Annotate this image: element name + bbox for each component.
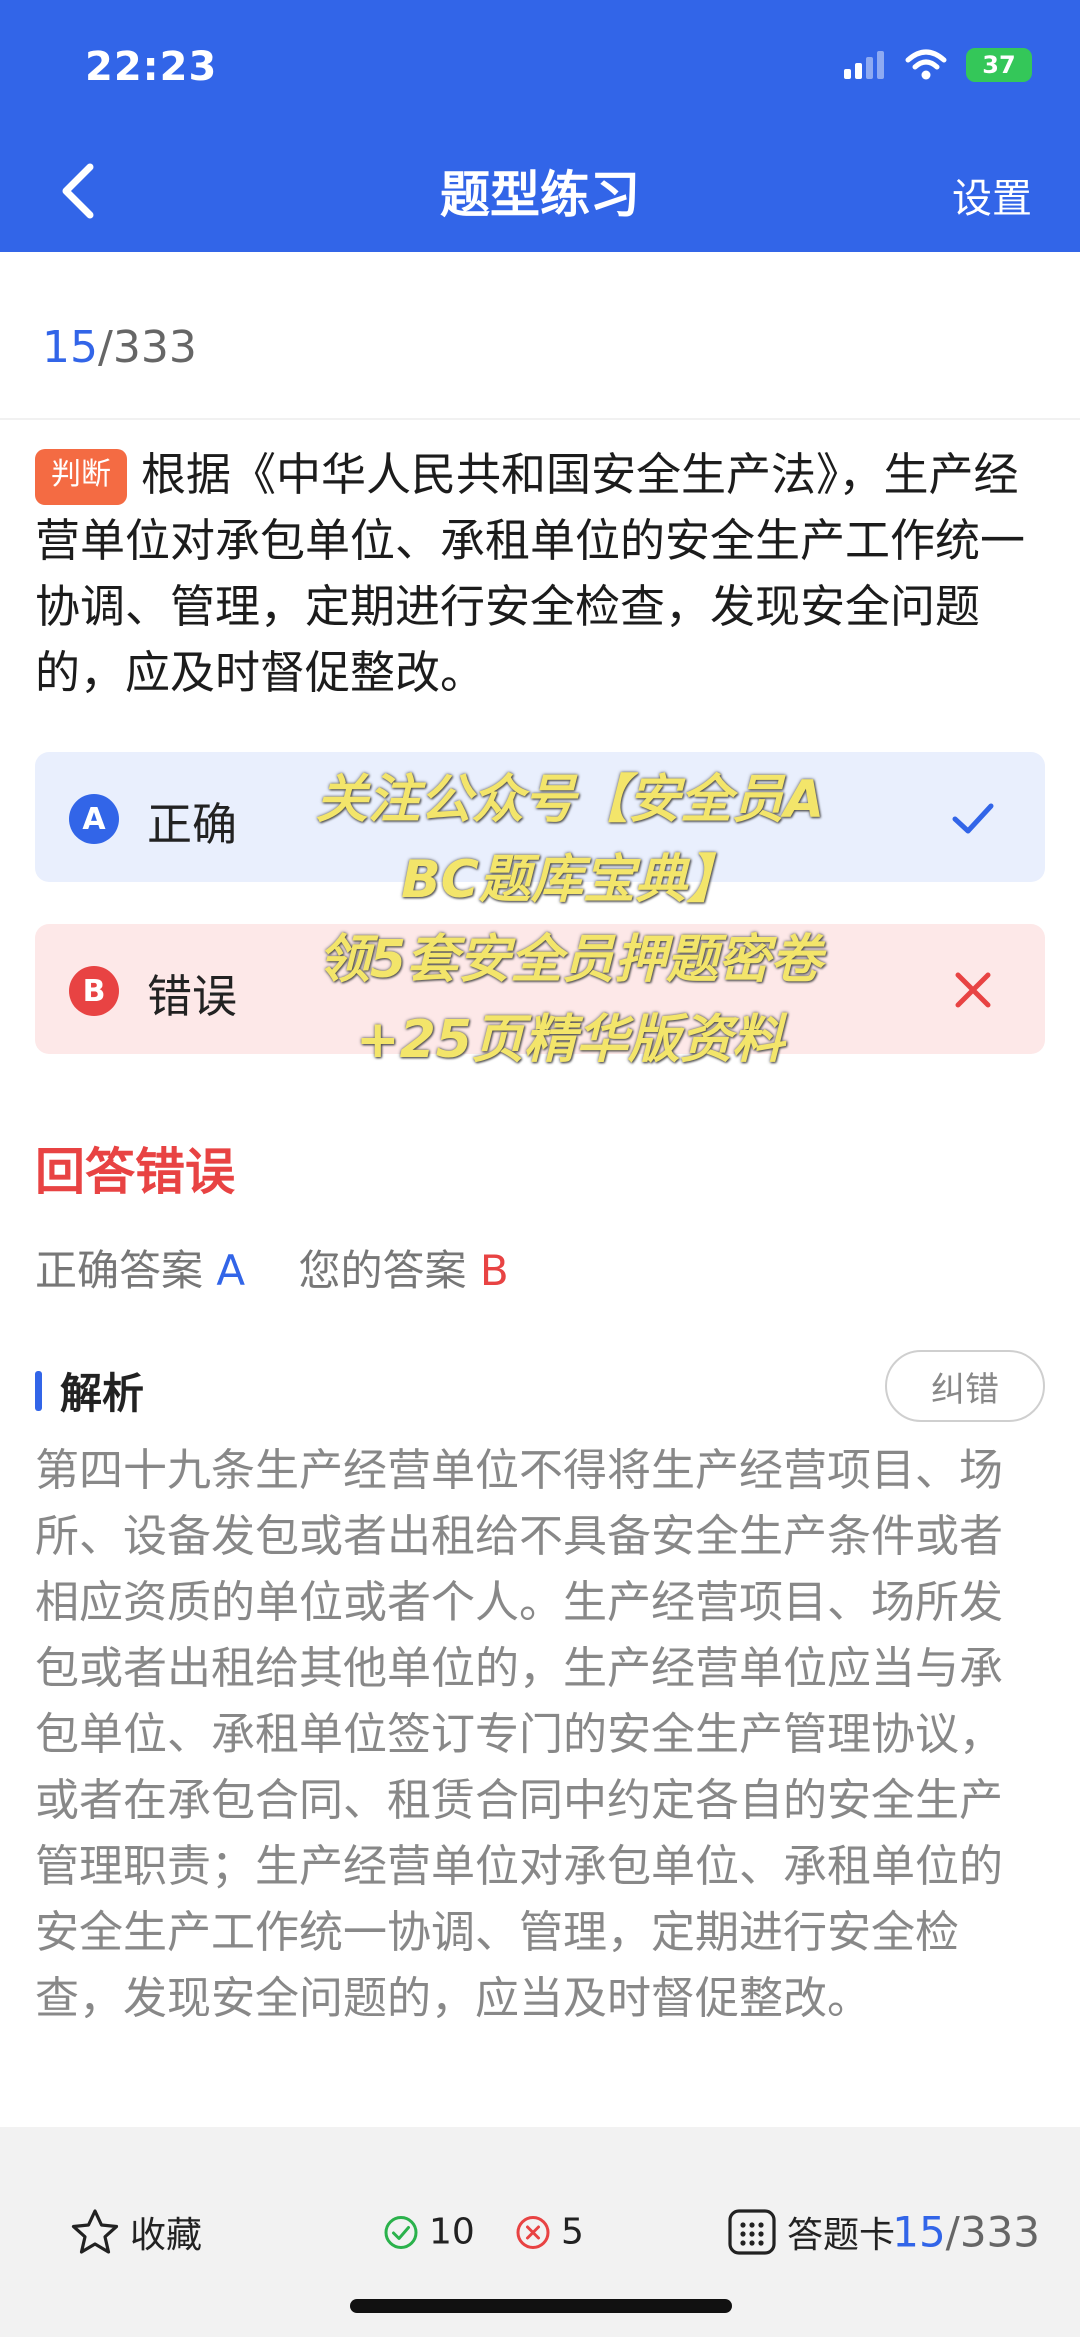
divider — [0, 418, 1080, 420]
answer-card-button[interactable]: 答题卡 — [727, 2206, 895, 2258]
result-title: 回答错误 — [35, 1143, 235, 1201]
correct-answer-label: 正确答案 — [35, 1246, 204, 1295]
your-answer-label: 您的答案 — [298, 1246, 467, 1295]
top-header: 22:23 37 题型练习 设置 — [0, 0, 1080, 252]
correct-count-value: 10 — [429, 2211, 475, 2253]
x-circle-icon — [516, 2215, 550, 2249]
star-icon — [71, 2209, 119, 2254]
option-a-text: 正确 — [147, 798, 238, 851]
cross-icon — [955, 972, 991, 1008]
analysis-header: 解析 — [35, 1360, 144, 1421]
report-error-button[interactable]: 纠错 — [885, 1350, 1045, 1422]
analysis-title: 解析 — [60, 1369, 145, 1418]
wifi-icon — [905, 49, 947, 80]
progress-current: 15 — [42, 322, 98, 373]
promo-watermark: 关注公众号【安全员A BC题库宝典】 领5套安全员押题密卷 +25页精华版资料 — [270, 760, 870, 1080]
grid-icon — [728, 2209, 776, 2255]
progress-total: /333 — [98, 322, 197, 373]
wrong-count-value: 5 — [561, 2211, 584, 2253]
check-circle-icon — [384, 2215, 418, 2249]
status-time: 22:23 — [85, 44, 218, 90]
status-icons: 37 — [842, 48, 1032, 82]
analysis-accent-bar — [35, 1370, 42, 1411]
option-a-letter: A — [69, 794, 119, 844]
watermark-line-1: 关注公众号【安全员A — [315, 770, 825, 830]
bottom-progress-current: 15 — [892, 2207, 946, 2257]
analysis-text: 第四十九条生产经营单位不得将生产经营项目、场所、设备发包或者出租给不具备安全生产… — [35, 1445, 1003, 2024]
answer-card-label: 答题卡 — [787, 2215, 896, 2256]
correct-count[interactable]: 10 — [383, 2212, 475, 2253]
option-b-text: 错误 — [147, 970, 238, 1023]
bottom-progress: 15/333 — [892, 2208, 1040, 2257]
battery-indicator: 37 — [966, 48, 1032, 82]
watermark-line-2: BC题库宝典】 — [401, 850, 739, 910]
question-progress: 15/333 — [42, 322, 197, 373]
check-icon — [952, 803, 994, 834]
settings-button[interactable]: 设置 — [952, 166, 1032, 224]
option-b-letter: B — [69, 966, 119, 1016]
wrong-count[interactable]: 5 — [515, 2212, 584, 2253]
favorite-button[interactable]: 收藏 — [70, 2206, 202, 2258]
your-answer-value: B — [479, 1246, 509, 1295]
home-indicator — [350, 2299, 732, 2313]
page-title: 题型练习 — [440, 166, 640, 224]
question-type-badge: 判断 — [35, 449, 127, 505]
question-stem: 判断 根据《中华人民共和国安全生产法》，生产经营单位对承包单位、承租单位的安全生产… — [35, 442, 1045, 706]
correct-answer-value: A — [216, 1246, 246, 1295]
question-text: 根据《中华人民共和国安全生产法》，生产经营单位对承包单位、承租单位的安全生产工作… — [35, 448, 1026, 699]
watermark-line-3: 领5套安全员押题密卷 — [317, 930, 823, 990]
favorite-label: 收藏 — [130, 2215, 203, 2256]
signal-icon — [844, 51, 884, 79]
watermark-line-4: +25页精华版资料 — [356, 1010, 784, 1070]
bottom-progress-total: /333 — [945, 2207, 1040, 2257]
answer-summary: 正确答案 A 您的答案 B — [35, 1237, 509, 1298]
